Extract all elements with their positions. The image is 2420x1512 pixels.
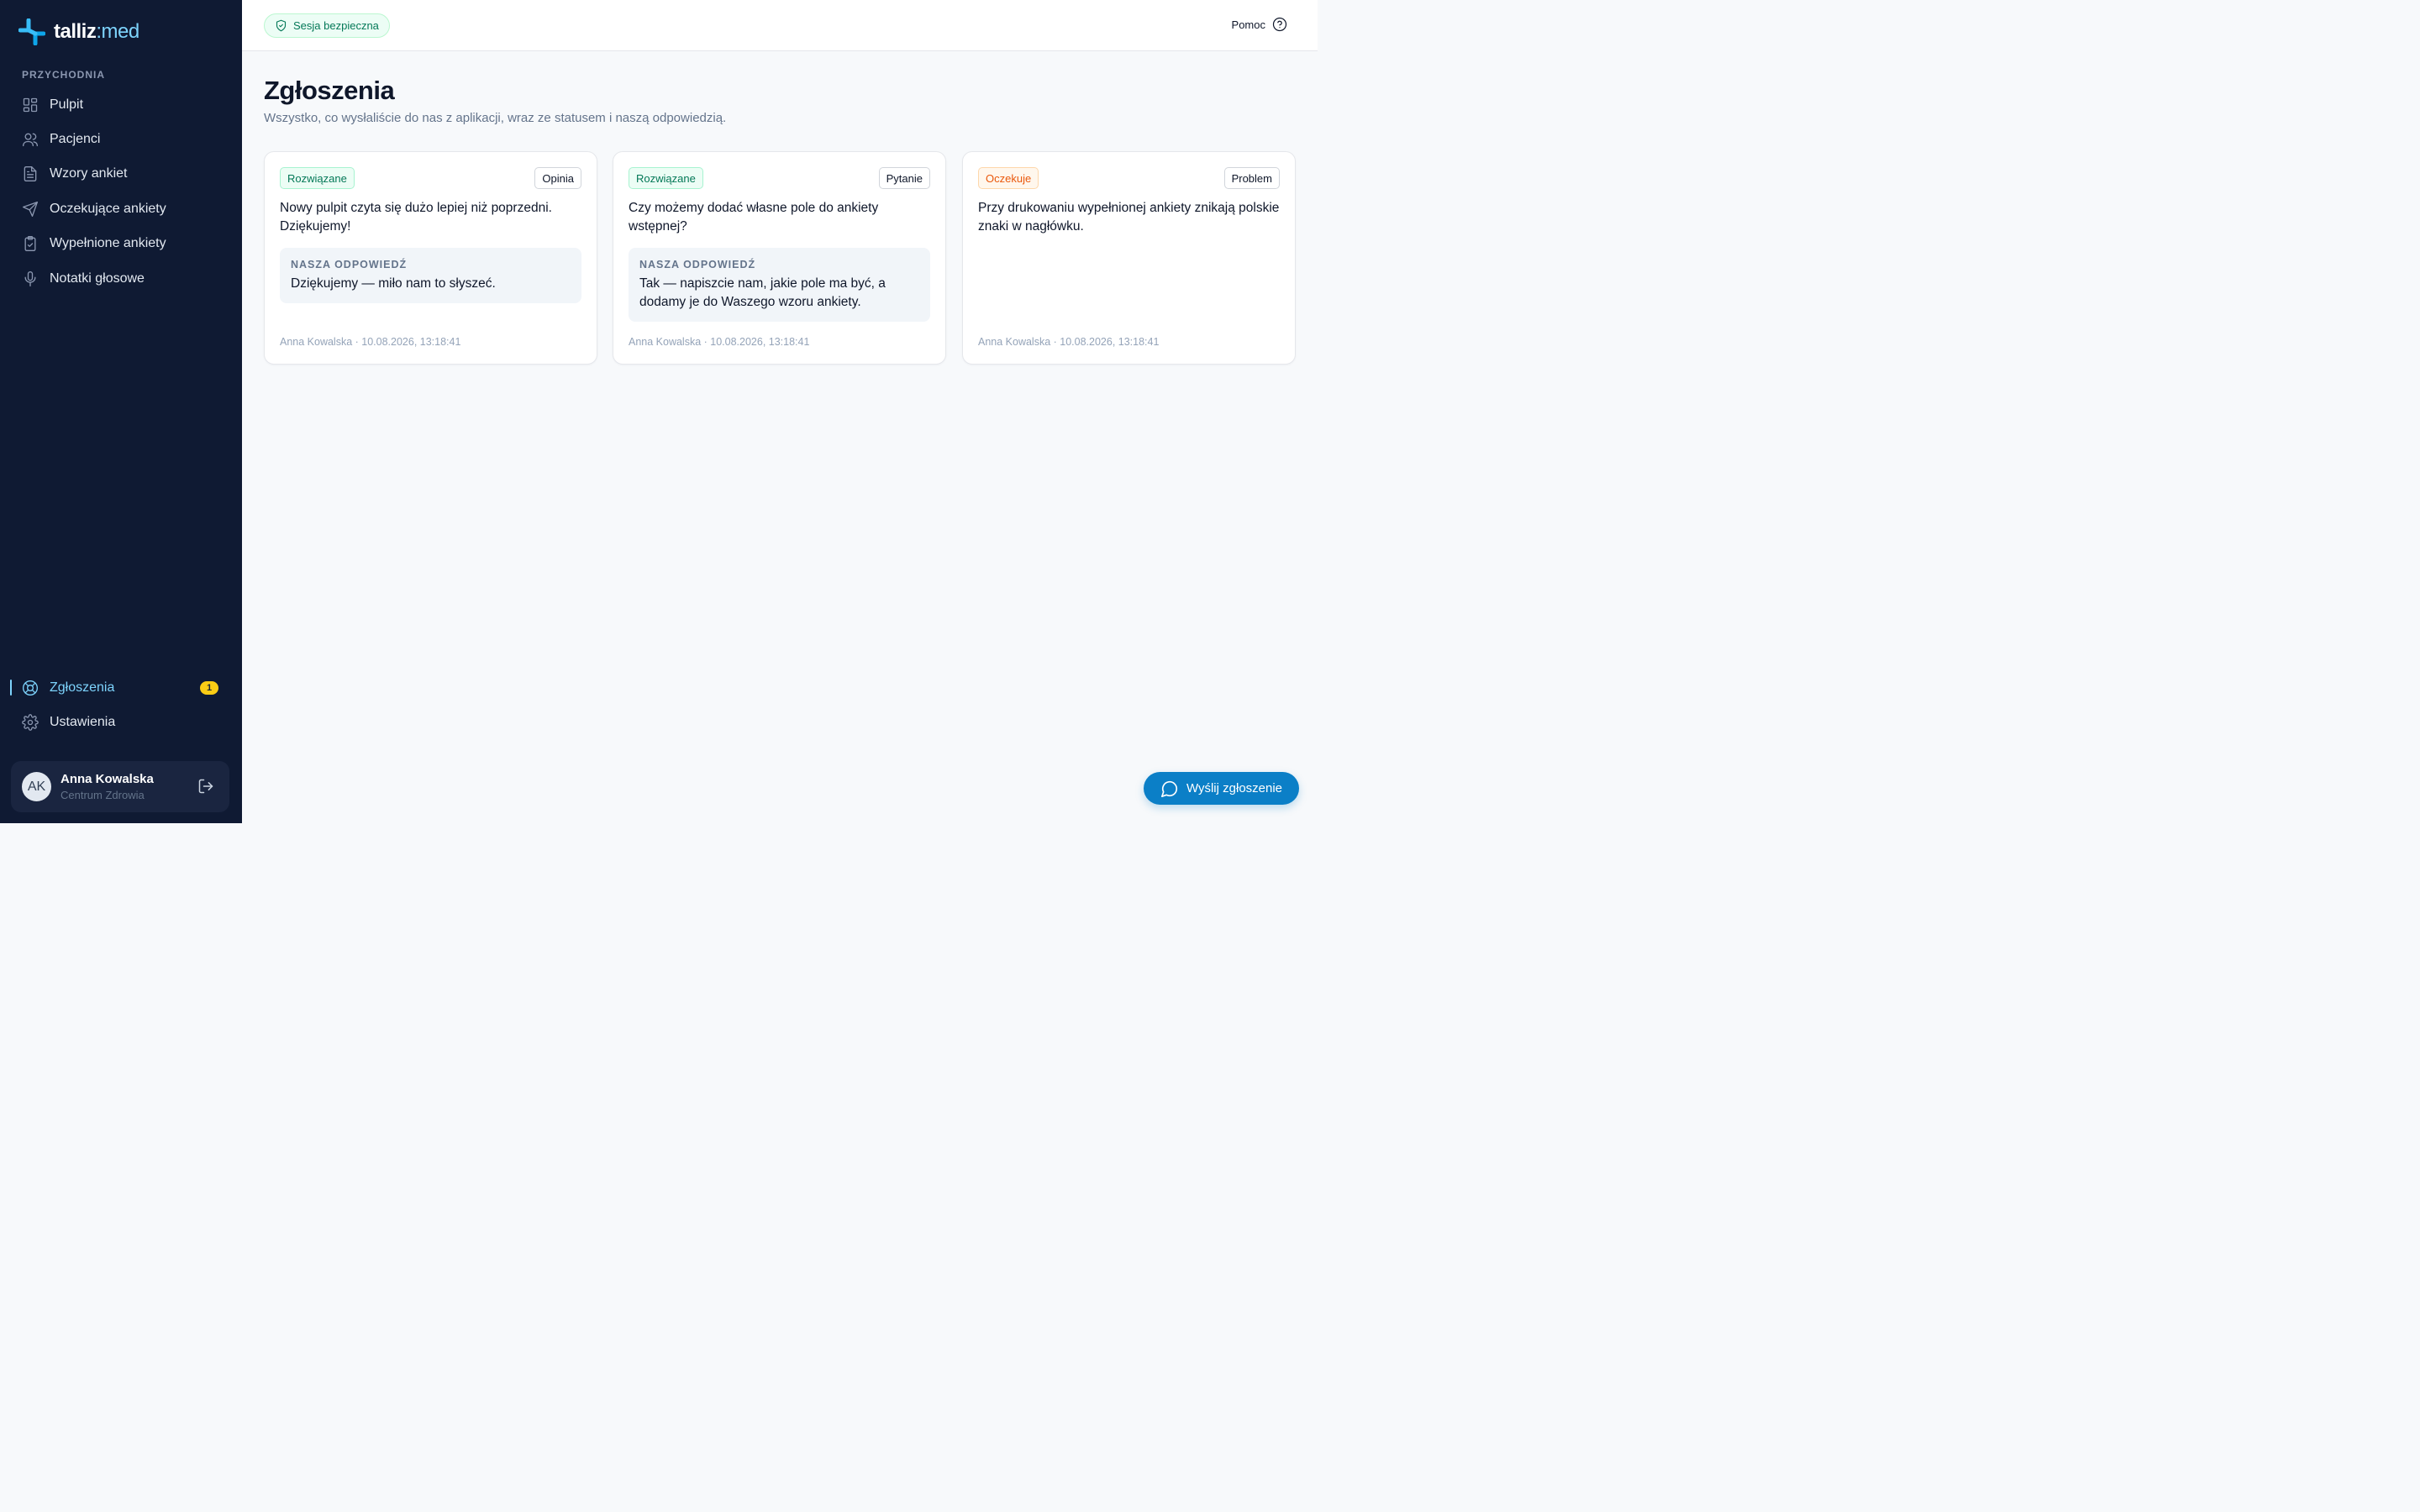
sidebar-section-label: PRZYCHODNIA xyxy=(22,69,106,81)
sidebar-item-oczekujace-ankiety[interactable]: Oczekujące ankiety xyxy=(0,192,242,226)
chat-bubble-icon xyxy=(1160,780,1178,797)
sidebar-item-label: Wzory ankiet xyxy=(50,166,128,181)
sidebar-item-zgloszenia[interactable]: Zgłoszenia 1 xyxy=(0,670,242,705)
ticket-card[interactable]: Rozwiązane Pytanie Czy możemy dodać włas… xyxy=(613,151,946,365)
brand-name: talliz:med xyxy=(54,20,139,43)
avatar: AK xyxy=(22,772,51,801)
reply-text: Tak — napiszcie nam, jakie pole ma być, … xyxy=(639,276,886,309)
ticket-text: Czy możemy dodać własne pole do ankiety … xyxy=(629,201,879,234)
sidebar-nav: Pulpit Pacjenci Wzory ankiet Oczekujące … xyxy=(0,87,242,296)
help-button[interactable]: Pomoc xyxy=(1232,17,1287,32)
lifebuoy-icon xyxy=(23,680,38,696)
ticket-card[interactable]: Oczekuje Problem Przy drukowaniu wypełni… xyxy=(962,151,1296,365)
type-badge: Pytanie xyxy=(878,167,930,189)
notification-count-badge: 1 xyxy=(200,680,218,695)
ticket-text: Nowy pulpit czyta się dużo lepiej niż po… xyxy=(280,201,552,234)
status-badge: Rozwiązane xyxy=(280,167,355,189)
reply-text: Dziękujemy — miło nam to słyszeć. xyxy=(291,276,496,291)
ticket-meta: Anna Kowalska · 10.08.2026, 13:18:41 xyxy=(280,336,461,348)
users-icon xyxy=(23,133,38,147)
status-badge: Rozwiązane xyxy=(629,167,703,189)
help-label: Pomoc xyxy=(1231,18,1265,31)
ticket-meta: Anna Kowalska · 10.08.2026, 13:18:41 xyxy=(978,336,1160,348)
sidebar-item-wzory-ankiet[interactable]: Wzory ankiet xyxy=(0,157,242,192)
user-info: Anna Kowalska Centrum Zdrowia xyxy=(60,772,154,801)
logout-icon xyxy=(198,779,213,794)
user-org: Centrum Zdrowia xyxy=(60,789,145,801)
reply-label: NASZA ODPOWIEDŹ xyxy=(291,259,408,270)
page-subtitle: Wszystko, co wysłaliście do nas z aplika… xyxy=(264,111,727,125)
sidebar-item-label: Zgłoszenia xyxy=(50,680,115,695)
secure-session-label: Sesja bezpieczna xyxy=(293,19,379,32)
sidebar-item-wypelnione-ankiety[interactable]: Wypełnione ankiety xyxy=(0,227,242,261)
send-icon xyxy=(23,201,38,217)
reply-box: NASZA ODPOWIEDŹ Dziękujemy — miło nam to… xyxy=(280,248,581,303)
sidebar-item-label: Notatki głosowe xyxy=(50,270,145,286)
page-title: Zgłoszenia xyxy=(264,76,395,105)
sidebar-item-label: Wypełnione ankiety xyxy=(50,236,166,251)
brand-logo[interactable]: talliz:med xyxy=(18,18,139,45)
sidebar-item-label: Pulpit xyxy=(50,97,84,112)
document-icon xyxy=(24,166,37,182)
user-card: AK Anna Kowalska Centrum Zdrowia xyxy=(11,761,229,812)
sidebar-item-ustawienia[interactable]: Ustawienia xyxy=(0,705,242,739)
reply-box: NASZA ODPOWIEDŹ Tak — napiszcie nam, jak… xyxy=(629,248,930,322)
clipboard-check-icon xyxy=(24,236,36,252)
gear-icon xyxy=(22,714,39,731)
sidebar-item-label: Oczekujące ankiety xyxy=(50,201,166,216)
sidebar-item-notatki-glosowe[interactable]: Notatki głosowe xyxy=(0,261,242,296)
sidebar-item-label: Ustawienia xyxy=(50,715,116,730)
send-ticket-label: Wyślij zgłoszenie xyxy=(1186,781,1283,795)
secure-session-badge: Sesja bezpieczna xyxy=(264,13,390,38)
type-badge: Problem xyxy=(1223,167,1280,189)
ticket-card[interactable]: Rozwiązane Opinia Nowy pulpit czyta się … xyxy=(264,151,597,365)
talliz-logo-icon xyxy=(18,18,45,45)
ticket-text: Przy drukowaniu wypełnionej ankiety znik… xyxy=(978,201,1280,234)
help-circle-icon xyxy=(1272,17,1287,32)
status-badge: Oczekuje xyxy=(978,167,1039,189)
sidebar-item-pacjenci[interactable]: Pacjenci xyxy=(0,122,242,156)
type-badge: Opinia xyxy=(534,167,581,189)
ticket-meta: Anna Kowalska · 10.08.2026, 13:18:41 xyxy=(629,336,810,348)
grid-icon xyxy=(23,97,38,112)
shield-check-icon xyxy=(276,19,287,32)
sidebar-bottom-nav: Zgłoszenia 1 Ustawienia xyxy=(0,670,242,740)
topbar: Sesja bezpieczna Pomoc xyxy=(242,0,1318,51)
reply-label: NASZA ODPOWIEDŹ xyxy=(639,259,756,270)
sidebar-item-label: Pacjenci xyxy=(50,132,101,147)
sidebar: talliz:med PRZYCHODNIA Pulpit Pacjenci W… xyxy=(0,0,242,823)
logout-button[interactable] xyxy=(197,778,214,795)
user-name: Anna Kowalska xyxy=(60,772,154,786)
sidebar-item-pulpit[interactable]: Pulpit xyxy=(0,87,242,122)
mic-icon xyxy=(24,270,36,286)
send-ticket-button[interactable]: Wyślij zgłoszenie xyxy=(1144,772,1299,805)
